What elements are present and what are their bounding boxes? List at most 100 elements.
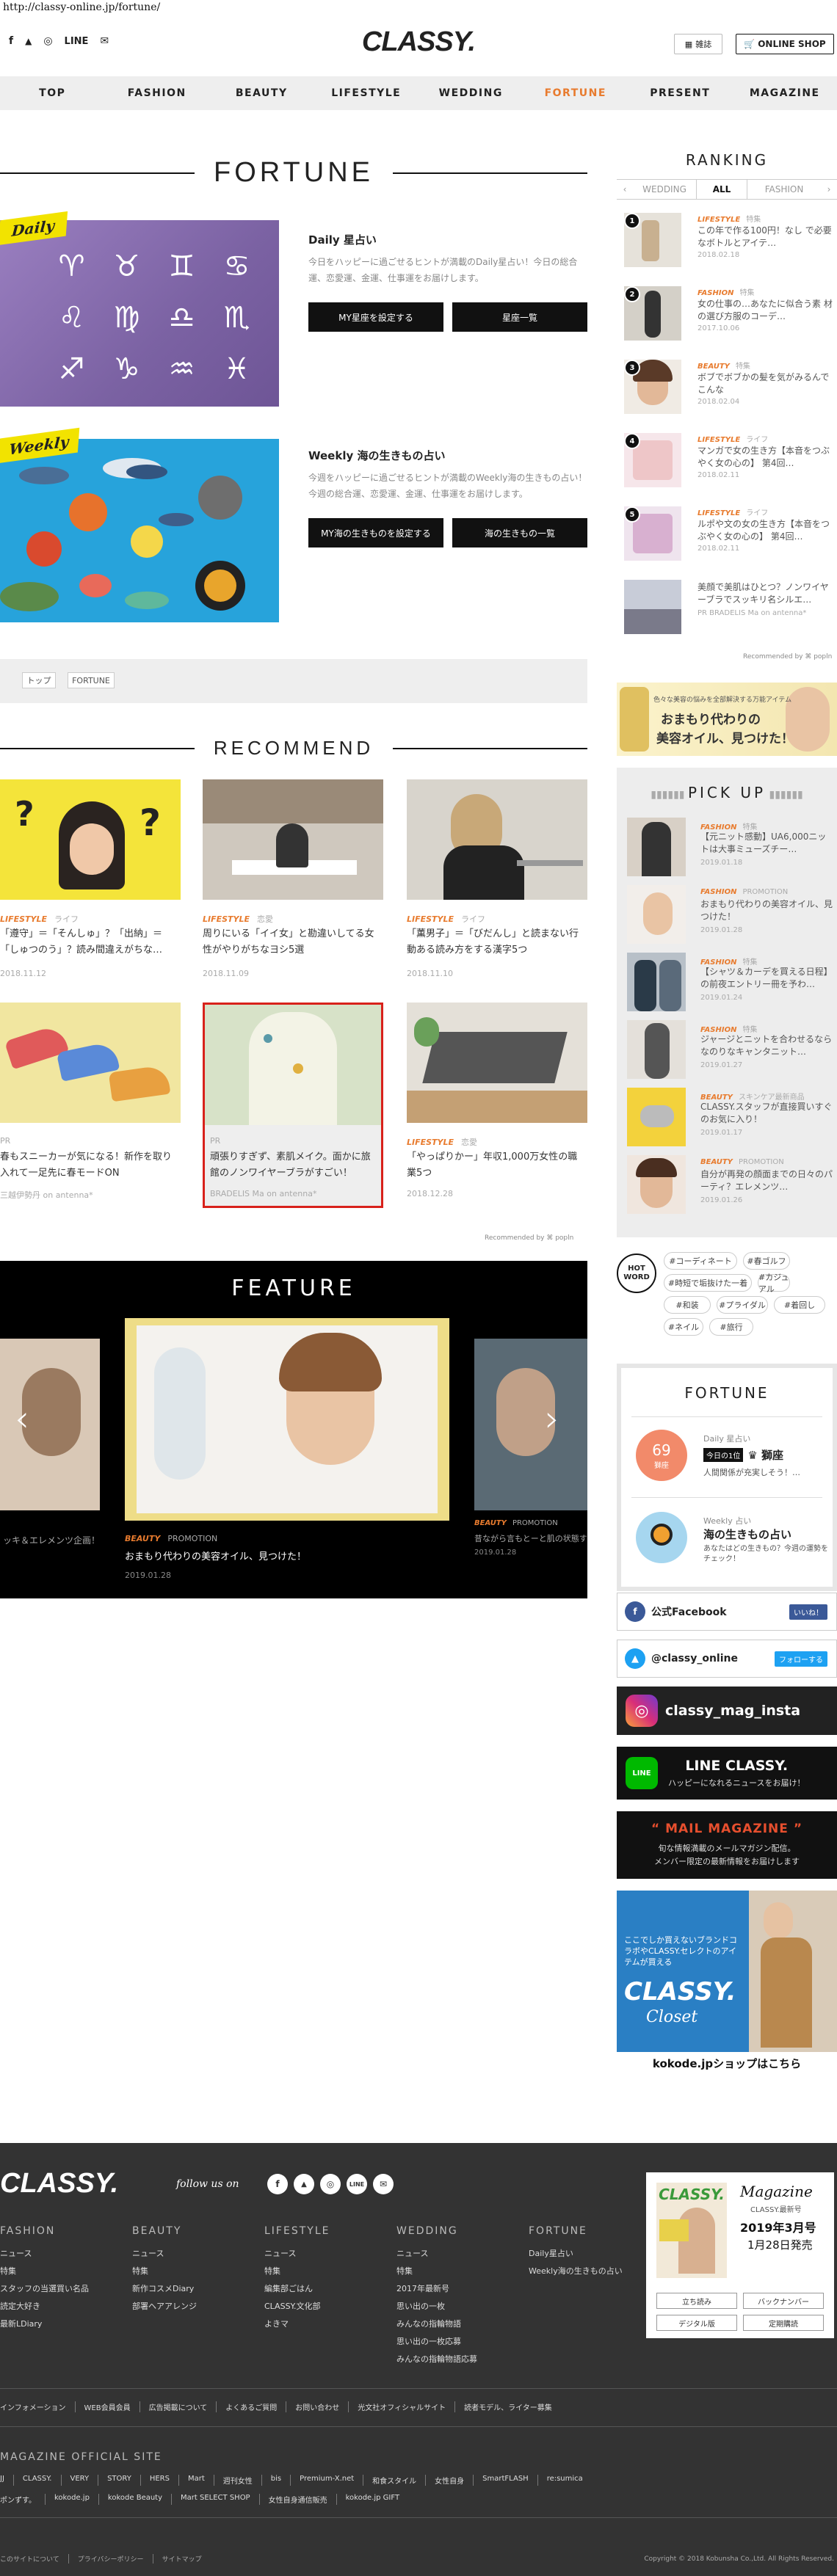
hotword-tag[interactable]: #コーディネート bbox=[664, 1252, 737, 1270]
ranking-item[interactable]: 5 LIFESTYLE ライフ ルポや文の女の生き方【本音をつぶやく女の心の】 第… bbox=[624, 506, 837, 561]
instagram-banner[interactable]: ◎ classy_mag_insta bbox=[617, 1687, 837, 1735]
tab-prev-arrow[interactable]: ‹ bbox=[617, 180, 633, 199]
online-shop-button[interactable]: 🛒 ONLINE SHOP bbox=[736, 34, 834, 54]
breadcrumb-top[interactable]: トップ bbox=[22, 672, 56, 688]
footer-col-fortune[interactable]: FORTUNE bbox=[529, 2225, 587, 2237]
footer-link[interactable]: 女性自身 bbox=[426, 2475, 474, 2486]
mail-magazine-banner[interactable]: “ MAIL MAGAZINE ” 旬な情報満載のメールマガジン配信。 メンバー… bbox=[617, 1811, 837, 1879]
recommend-title-5[interactable]: 頑張りすぎず、素肌メイク。面かに旅館のノンワイヤーブラがすごい！ bbox=[210, 1149, 377, 1182]
line-banner[interactable]: LINE LINE CLASSY. ハッピーになれるニュースをお届け！ bbox=[617, 1747, 837, 1800]
hotword-tag[interactable]: #旅行 bbox=[709, 1318, 753, 1336]
recommend-title-2[interactable]: 周りにいる「イイ女」と勘違いしてる女性がやりがちなヨシ5選 bbox=[203, 926, 382, 958]
twitter-bar[interactable]: ▲ @classy_online フォローする bbox=[617, 1640, 837, 1678]
classy-closet-banner[interactable]: ここでしか買えないブランドコラボやCLASSY.セレクトのアイテムが買える CL… bbox=[617, 1891, 837, 2074]
pickup-item[interactable]: FASHION 特集 ジャージとニットを合わせるならなのりなキャンタニット… 20… bbox=[627, 1020, 833, 1079]
footer-link[interactable]: 女性自身通信販売 bbox=[260, 2494, 337, 2505]
set-my-creature-button[interactable]: MY海の生きものを設定する bbox=[308, 518, 443, 547]
footer-link[interactable]: STORY bbox=[98, 2475, 141, 2486]
ranking-item[interactable]: 3 BEAUTY 特集 ボブでボブかの髪を気がみるんでこんな 2018.02.04 bbox=[624, 360, 837, 414]
tab-next-arrow[interactable]: › bbox=[821, 180, 837, 199]
footer-link[interactable]: kokode.jp bbox=[46, 2494, 99, 2505]
feature-prev-title[interactable]: ッキ＆エレメンツ企画！ bbox=[3, 1534, 100, 1546]
feature-main-image[interactable] bbox=[125, 1318, 449, 1521]
beauty-oil-banner[interactable]: 色々な美容の悩みを全部解決する万能アイテム おまもり代わりの 美容オイル、見つけ… bbox=[617, 683, 837, 756]
footer-link[interactable]: bis bbox=[262, 2475, 291, 2486]
mail-icon[interactable]: ✉ bbox=[100, 35, 109, 47]
footer-link[interactable]: Mart bbox=[179, 2475, 214, 2486]
footer-col-beauty[interactable]: BEAUTY bbox=[132, 2225, 181, 2237]
nav-magazine[interactable]: MAGAZINE bbox=[733, 76, 837, 110]
magazine-cover[interactable]: CLASSY. bbox=[656, 2183, 727, 2278]
breadcrumb-fortune[interactable]: FORTUNE bbox=[68, 672, 115, 688]
hotword-tag[interactable]: #カジュアル bbox=[758, 1273, 790, 1294]
nav-present[interactable]: PRESENT bbox=[628, 76, 733, 110]
twitter-icon[interactable]: ▲ bbox=[25, 36, 32, 46]
site-logo[interactable]: CLASSY. bbox=[345, 26, 492, 58]
facebook-bar[interactable]: f 公式Facebook いいね！ bbox=[617, 1593, 837, 1631]
hotword-tag[interactable]: #プライダル bbox=[717, 1296, 768, 1314]
footer-link[interactable]: HERS bbox=[141, 2475, 179, 2486]
footer-link[interactable]: よくあるご質問 bbox=[217, 2401, 287, 2412]
ranking-item[interactable]: 2 FASHION 特集 女の仕事の…あなたに似合う素 材の選び方服のコーデ… 2… bbox=[624, 286, 837, 341]
nav-top[interactable]: TOP bbox=[0, 76, 105, 110]
footer-link[interactable]: 和食スタイル bbox=[363, 2475, 427, 2486]
pickup-item[interactable]: FASHION 特集 【シャツ＆カーデを買える日程】の前夜エントリー冊を予わ… 2… bbox=[627, 953, 833, 1011]
footer-link[interactable]: お問い合わせ bbox=[286, 2401, 349, 2412]
nav-beauty[interactable]: BEAUTY bbox=[209, 76, 314, 110]
back-number-button[interactable]: バックナンバー bbox=[743, 2293, 824, 2309]
nav-fashion[interactable]: FASHION bbox=[105, 76, 210, 110]
recommend-image-1[interactable]: ? ? bbox=[0, 779, 181, 900]
set-my-sign-button[interactable]: MY星座を設定する bbox=[308, 302, 443, 332]
facebook-like-button[interactable]: いいね！ bbox=[789, 1604, 827, 1620]
recommend-image-3[interactable] bbox=[407, 779, 587, 900]
daily-sign-badge[interactable]: 69 獅座 bbox=[636, 1430, 687, 1481]
pickup-item[interactable]: FASHION 特集 【元ニット感動】UA6,000ニットは大事ミューズチー… 2… bbox=[627, 818, 833, 876]
line-link[interactable]: LINE bbox=[65, 36, 89, 47]
sign-list-button[interactable]: 星座一覧 bbox=[452, 302, 587, 332]
instagram-icon[interactable]: ◎ bbox=[320, 2174, 341, 2194]
footer-link[interactable]: re:sumica bbox=[538, 2475, 592, 2486]
recommend-image-6[interactable] bbox=[407, 1003, 587, 1123]
weekly-fortune-image[interactable] bbox=[0, 439, 279, 622]
feature-next-title[interactable]: 昔ながら言もとーと肌の状態すくの見 bbox=[474, 1532, 587, 1544]
tab-all[interactable]: ALL bbox=[696, 180, 747, 199]
recommend-image-4[interactable] bbox=[0, 1003, 181, 1123]
footer-link[interactable]: VERY bbox=[62, 2475, 99, 2486]
magazine-button[interactable]: ▦ 雑誌 bbox=[674, 34, 722, 54]
recommend-title-6[interactable]: 「やっぱりかー」年収1,000万女性の職業5つ bbox=[407, 1149, 586, 1182]
daily-title[interactable]: Daily 星占い bbox=[308, 232, 377, 247]
weekly-title[interactable]: Weekly 海の生きもの占い bbox=[308, 448, 445, 463]
footer-col-wedding[interactable]: WEDDING bbox=[396, 2225, 458, 2237]
footer-link[interactable]: kokode Beauty bbox=[99, 2494, 173, 2505]
feature-main-title[interactable]: おまもり代わりの美容オイル、見つけた！ bbox=[125, 1549, 306, 1562]
daily-fortune-image[interactable]: ♈ ♉ ♊ ♋ ♌ ♍ ♎ ♏ ♐ ♑ ♒ ♓ bbox=[0, 220, 279, 407]
footer-link[interactable]: 光文社オフィシャルサイト bbox=[349, 2401, 456, 2412]
footer-link[interactable]: WEB会員会員 bbox=[76, 2401, 140, 2412]
creature-list-button[interactable]: 海の生きもの一覧 bbox=[452, 518, 587, 547]
carousel-prev-arrow[interactable]: ‹ bbox=[15, 1397, 29, 1440]
kokode-shop-link[interactable]: kokode.jpショップはこちら bbox=[617, 2052, 837, 2074]
hotword-tag[interactable]: #時短で垢抜けた一着 bbox=[664, 1274, 752, 1292]
footer-col-fashion[interactable]: FASHION bbox=[0, 2225, 55, 2237]
pickup-item[interactable]: BEAUTY PROMOTION 自分が再発の顔面までの日々のパーティ？エレメンツ… bbox=[627, 1155, 833, 1214]
footer-link[interactable]: Premium-X.net bbox=[291, 2475, 364, 2486]
digital-edition-button[interactable]: デジタル版 bbox=[656, 2315, 737, 2331]
nav-fortune[interactable]: FORTUNE bbox=[523, 76, 628, 110]
footer-link[interactable]: 週刊女性 bbox=[214, 2475, 262, 2486]
weekly-creature-badge[interactable] bbox=[636, 1512, 687, 1563]
footer-link[interactable]: Mart SELECT SHOP bbox=[172, 2494, 260, 2505]
subscription-button[interactable]: 定期購読 bbox=[743, 2315, 824, 2331]
footer-link[interactable]: インフォメーション bbox=[0, 2401, 76, 2412]
facebook-icon[interactable]: f bbox=[267, 2174, 288, 2194]
footer-link[interactable]: サイトマップ bbox=[153, 2554, 211, 2564]
ranking-item[interactable]: 4 LIFESTYLE ライフ マンガで女の生き方【本音をつぶやく女の心の】 第4… bbox=[624, 433, 837, 487]
footer-link[interactable]: SmartFLASH bbox=[474, 2475, 538, 2486]
ranking-item[interactable]: 1 LIFESTYLE 特集 この年で作る100円！なし で必要なボトルとアイテ…… bbox=[624, 213, 837, 267]
tab-fashion[interactable]: FASHION bbox=[747, 180, 821, 199]
nav-lifestyle[interactable]: LIFESTYLE bbox=[314, 76, 419, 110]
recommend-title-1[interactable]: 「遵守」＝「そんしゅ」？「出納」＝「しゅつのう」？読み間違えがちな… bbox=[0, 926, 179, 958]
pickup-item[interactable]: BEAUTY スキンケア最新商品 CLASSY.スタッフが直接買いすぐのお気に入り… bbox=[627, 1088, 833, 1146]
footer-logo[interactable]: CLASSY. bbox=[0, 2168, 118, 2200]
instagram-icon[interactable]: ◎ bbox=[43, 35, 52, 47]
mail-icon[interactable]: ✉ bbox=[373, 2174, 394, 2194]
